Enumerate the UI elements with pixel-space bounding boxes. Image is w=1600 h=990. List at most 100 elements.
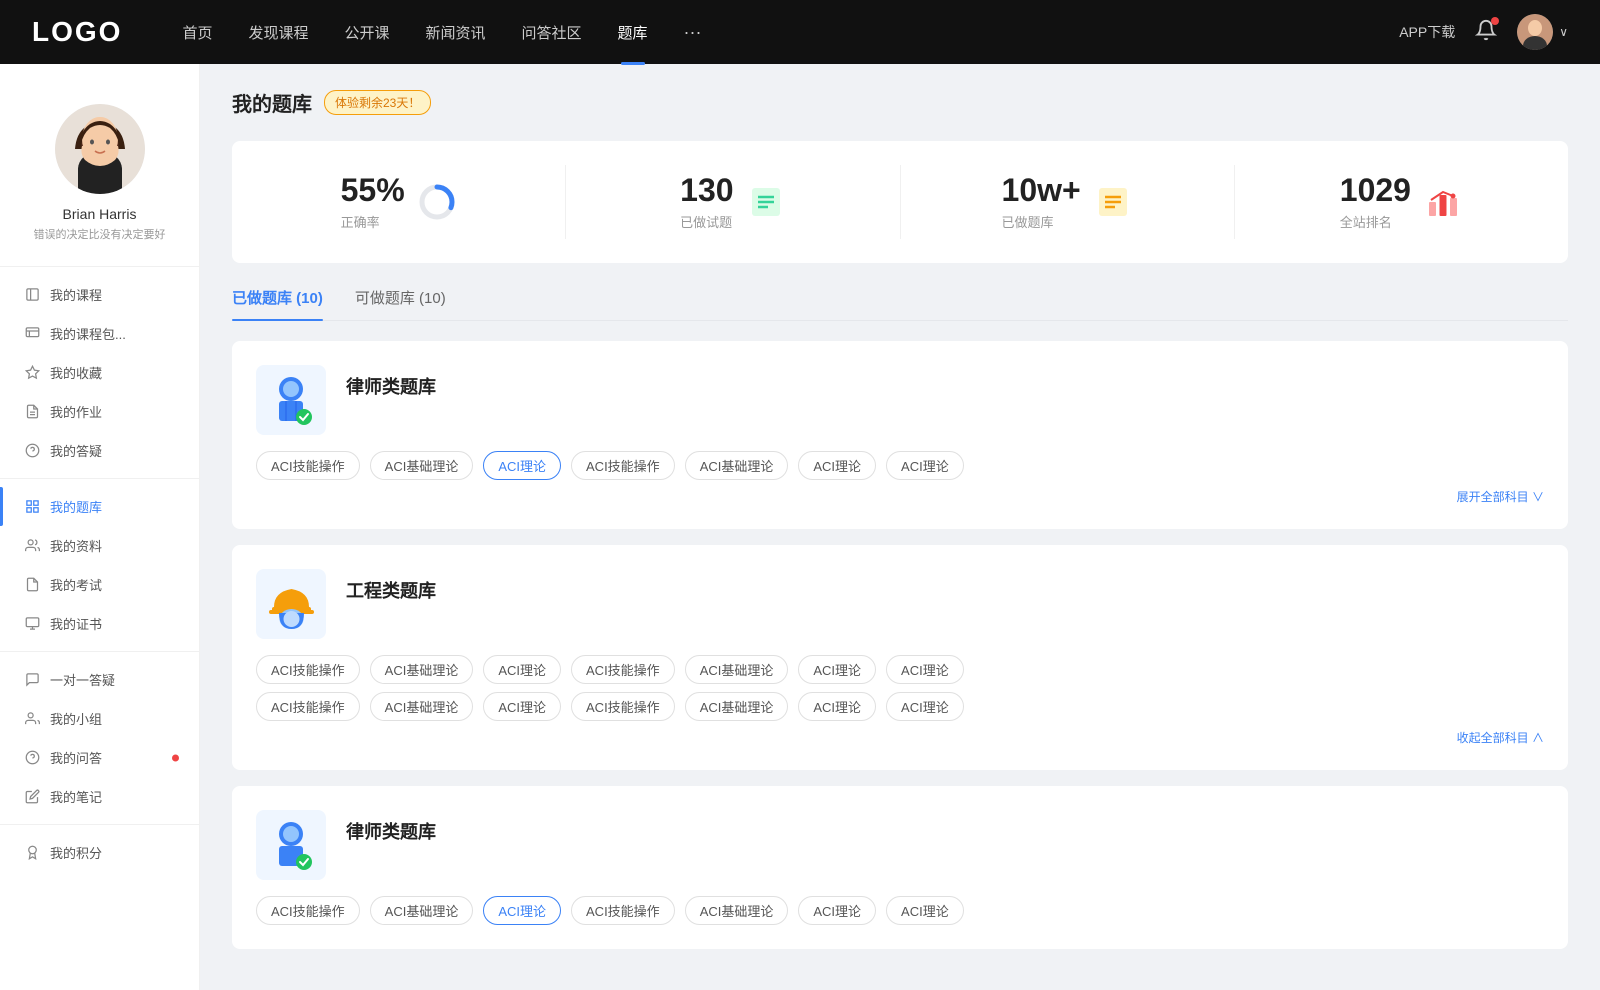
- profile-name: Brian Harris: [63, 206, 137, 222]
- qbank-title-3: 律师类题库: [346, 818, 436, 844]
- tabs: 已做题库 (10) 可做题库 (10): [232, 287, 1568, 321]
- tag-3-6[interactable]: ACI理论: [886, 896, 964, 925]
- sidebar-item-favorites[interactable]: 我的收藏: [0, 353, 199, 392]
- tag-1-0[interactable]: ACI技能操作: [256, 451, 360, 480]
- nav-more[interactable]: ···: [684, 22, 702, 43]
- page-header: 我的题库 体验剩余23天！: [232, 88, 1568, 117]
- sidebar-item-notes[interactable]: 我的笔记: [0, 777, 199, 816]
- stats-row: 55% 正确率 130 已做试题: [232, 141, 1568, 263]
- nav-discover[interactable]: 发现课程: [248, 22, 308, 43]
- sidebar-item-courses[interactable]: 我的课程: [0, 275, 199, 314]
- trial-badge: 体验剩余23天！: [324, 90, 431, 115]
- stat-value-banks-done: 10w+: [1002, 173, 1081, 208]
- sidebar-menu: 我的课程 我的课程包... 我的收藏 我的作业: [0, 275, 199, 872]
- homework-icon: [24, 404, 40, 420]
- qbank-tags-1: ACI技能操作 ACI基础理论 ACI理论 ACI技能操作 ACI基础理论 AC…: [256, 451, 1544, 480]
- tag-1-2[interactable]: ACI理论: [483, 451, 561, 480]
- tag-2-5[interactable]: ACI理论: [798, 655, 876, 684]
- qbank-tags-3: ACI技能操作 ACI基础理论 ACI理论 ACI技能操作 ACI基础理论 AC…: [256, 896, 1544, 925]
- questions-done-icon: [746, 182, 786, 222]
- sidebar-item-questions[interactable]: 我的问答: [0, 738, 199, 777]
- sidebar-item-certificates[interactable]: 我的证书: [0, 604, 199, 643]
- tag-3-0[interactable]: ACI技能操作: [256, 896, 360, 925]
- sidebar-divider-mid: [0, 478, 199, 479]
- certificates-icon: [24, 616, 40, 632]
- stat-site-rank: 1029 全站排名: [1235, 165, 1568, 239]
- tag-2-6[interactable]: ACI理论: [886, 655, 964, 684]
- sidebar-item-question-bank[interactable]: 我的题库: [0, 487, 199, 526]
- sidebar-item-groups[interactable]: 我的小组: [0, 699, 199, 738]
- navbar: LOGO 首页 发现课程 公开课 新闻资讯 问答社区 题库 ··· APP下载: [0, 0, 1600, 64]
- tag-2-0[interactable]: ACI技能操作: [256, 655, 360, 684]
- app-download-button[interactable]: APP下载: [1399, 22, 1455, 42]
- qbank-tags-2-row2: ACI技能操作 ACI基础理论 ACI理论 ACI技能操作 ACI基础理论 AC…: [256, 692, 1544, 721]
- lawyer-bank-icon-1: [256, 365, 326, 435]
- sidebar-item-one-on-one[interactable]: 一对一答疑: [0, 660, 199, 699]
- tag-2-r2-0[interactable]: ACI技能操作: [256, 692, 360, 721]
- tag-2-3[interactable]: ACI技能操作: [571, 655, 675, 684]
- tag-2-r2-3[interactable]: ACI技能操作: [571, 692, 675, 721]
- one-on-one-icon: [24, 672, 40, 688]
- nav-question-bank[interactable]: 题库: [618, 22, 648, 43]
- tag-2-1[interactable]: ACI基础理论: [370, 655, 474, 684]
- notification-bell[interactable]: [1475, 19, 1497, 46]
- qa-icon: [24, 443, 40, 459]
- tag-3-3[interactable]: ACI技能操作: [571, 896, 675, 925]
- sidebar-divider-3: [0, 651, 199, 652]
- sidebar-divider-4: [0, 824, 199, 825]
- tag-3-1[interactable]: ACI基础理论: [370, 896, 474, 925]
- sidebar-item-course-packages[interactable]: 我的课程包...: [0, 314, 199, 353]
- tag-2-r2-5[interactable]: ACI理论: [798, 692, 876, 721]
- stat-value-questions-done: 130: [680, 173, 733, 208]
- tag-1-6[interactable]: ACI理论: [886, 451, 964, 480]
- tag-2-2[interactable]: ACI理论: [483, 655, 561, 684]
- main-layout: Brian Harris 错误的决定比没有决定要好 我的课程 我的课程包...: [0, 64, 1600, 990]
- navbar-right: APP下载 ∨: [1399, 14, 1568, 50]
- exams-icon: [24, 577, 40, 593]
- sidebar-item-exams[interactable]: 我的考试: [0, 565, 199, 604]
- user-avatar-menu[interactable]: ∨: [1517, 14, 1568, 50]
- tag-2-4[interactable]: ACI基础理论: [685, 655, 789, 684]
- tag-2-r2-6[interactable]: ACI理论: [886, 692, 964, 721]
- lawyer-bank-icon-2: [256, 810, 326, 880]
- tag-2-r2-1[interactable]: ACI基础理论: [370, 692, 474, 721]
- profile-avatar-image: [55, 104, 145, 194]
- questions-icon: [24, 750, 40, 766]
- tag-1-3[interactable]: ACI技能操作: [571, 451, 675, 480]
- stat-label-banks-done: 已做题库: [1002, 212, 1081, 231]
- sidebar-item-points[interactable]: 我的积分: [0, 833, 199, 872]
- nav-news[interactable]: 新闻资讯: [426, 22, 486, 43]
- tag-3-2[interactable]: ACI理论: [483, 896, 561, 925]
- expand-link-1[interactable]: 展开全部科目 ∨: [256, 488, 1544, 505]
- profile-data-icon: [24, 538, 40, 554]
- sidebar-profile: Brian Harris 错误的决定比没有决定要好: [0, 84, 199, 258]
- tab-available[interactable]: 可做题库 (10): [355, 287, 446, 320]
- courses-icon: [24, 287, 40, 303]
- nav-qa[interactable]: 问答社区: [522, 22, 582, 43]
- stat-label-correct-rate: 正确率: [341, 212, 405, 231]
- nav-public-course[interactable]: 公开课: [344, 22, 389, 43]
- sidebar-item-homework[interactable]: 我的作业: [0, 392, 199, 431]
- site-rank-icon: [1423, 182, 1463, 222]
- nav-home[interactable]: 首页: [182, 22, 212, 43]
- avatar-image: [1517, 14, 1553, 50]
- profile-avatar: [55, 104, 145, 194]
- tag-1-5[interactable]: ACI理论: [798, 451, 876, 480]
- tag-1-4[interactable]: ACI基础理论: [685, 451, 789, 480]
- collapse-link-2[interactable]: 收起全部科目 ∧: [256, 729, 1544, 746]
- qbank-title-2: 工程类题库: [346, 577, 436, 603]
- sidebar-item-profile-data[interactable]: 我的资料: [0, 526, 199, 565]
- tag-2-r2-4[interactable]: ACI基础理论: [685, 692, 789, 721]
- logo: LOGO: [32, 16, 122, 48]
- sidebar-item-qa[interactable]: 我的答疑: [0, 431, 199, 470]
- tab-done[interactable]: 已做题库 (10): [232, 287, 323, 320]
- tag-1-1[interactable]: ACI基础理论: [370, 451, 474, 480]
- tag-3-5[interactable]: ACI理论: [798, 896, 876, 925]
- tag-2-r2-2[interactable]: ACI理论: [483, 692, 561, 721]
- page-title: 我的题库: [232, 88, 312, 117]
- tag-3-4[interactable]: ACI基础理论: [685, 896, 789, 925]
- qbank-title-1: 律师类题库: [346, 373, 436, 399]
- qbank-card-lawyer-1: 律师类题库 ACI技能操作 ACI基础理论 ACI理论 ACI技能操作 ACI基…: [232, 341, 1568, 529]
- banks-done-icon: [1093, 182, 1133, 222]
- groups-icon: [24, 711, 40, 727]
